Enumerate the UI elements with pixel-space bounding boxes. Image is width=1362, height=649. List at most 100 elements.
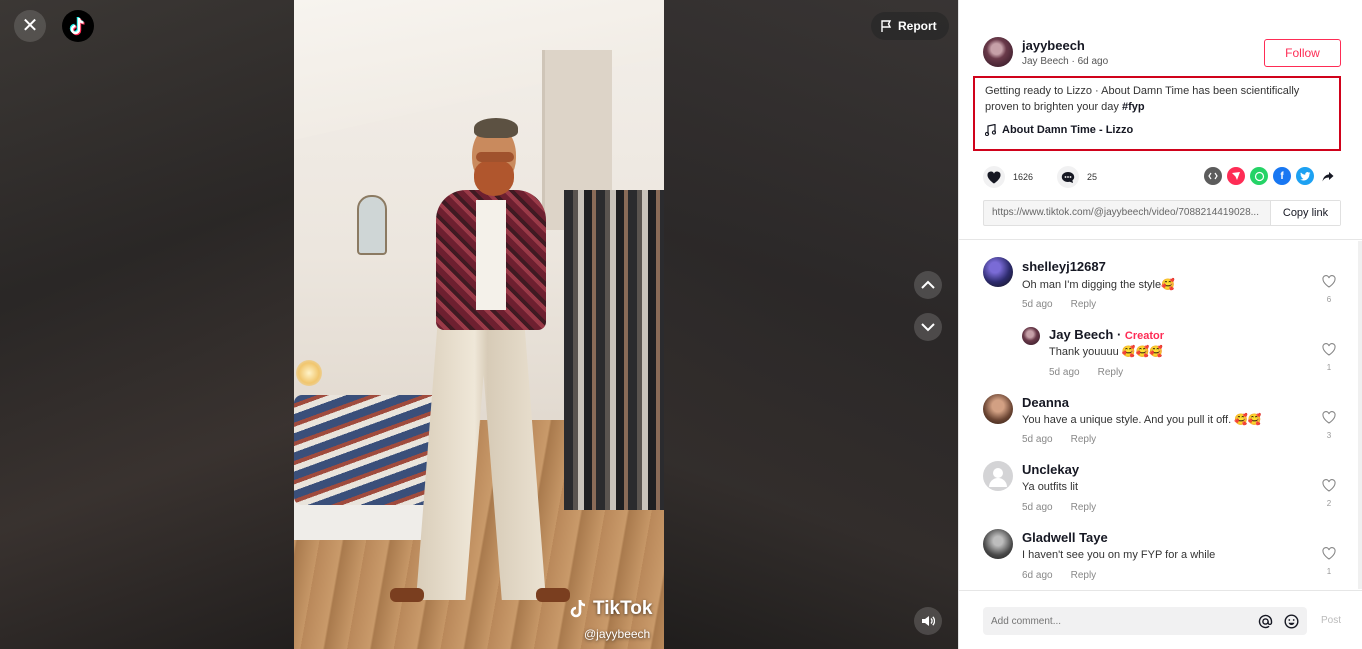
comment-like-button[interactable]: 3 [1319, 411, 1339, 440]
volume-button[interactable] [914, 607, 942, 635]
video-person-shirt [476, 200, 506, 310]
description-box: Getting ready to Lizzo · About Damn Time… [973, 76, 1341, 151]
reply-button[interactable]: Reply [1071, 502, 1097, 513]
previous-video-button[interactable] [914, 271, 942, 299]
video-scene-bed [294, 395, 444, 505]
like-stat[interactable]: 1626 [983, 166, 1033, 188]
comment-like-button[interactable]: 2 [1319, 479, 1339, 508]
comment-time: 6d ago [1022, 570, 1053, 581]
emoji-icon[interactable] [1281, 611, 1301, 631]
watermark-handle: @jayybeech [584, 627, 651, 641]
facebook-icon[interactable]: f [1273, 167, 1291, 185]
post-button[interactable]: Post [1321, 615, 1341, 626]
music-note-icon [985, 124, 996, 136]
speaker-icon [922, 616, 935, 626]
report-button[interactable]: Report [871, 12, 949, 40]
comment-stat[interactable]: 25 [1057, 166, 1097, 188]
avatar[interactable] [983, 37, 1013, 67]
chevron-down-icon [921, 323, 935, 332]
send-to-friends-icon[interactable] [1227, 167, 1245, 185]
heart-icon [983, 166, 1005, 188]
reply-button[interactable]: Reply [1071, 570, 1097, 581]
post-username[interactable]: jayybeech [1022, 38, 1085, 53]
default-avatar-icon [989, 468, 1007, 487]
post-display-name: Jay Beech [1022, 56, 1069, 67]
video-scene-clothes-rack [564, 190, 664, 510]
video-person-shoe-right [536, 588, 570, 602]
comment-text: Ya outfits lit [1022, 481, 1079, 493]
video-player[interactable]: TikTok @jayybeech [294, 0, 664, 649]
comment-time: 5d ago [1049, 367, 1080, 378]
comment-like-count: 1 [1326, 567, 1332, 576]
reply-button[interactable]: Reply [1071, 434, 1097, 445]
flag-icon [881, 20, 892, 32]
comment-meta: 5d ago Reply [1022, 502, 1096, 513]
share-arrow-icon[interactable] [1319, 167, 1337, 185]
avatar[interactable] [983, 529, 1013, 559]
comment-author[interactable]: Gladwell Taye [1022, 530, 1108, 545]
video-person-hat [474, 118, 518, 138]
reply-button[interactable]: Reply [1098, 367, 1124, 378]
video-stage: ✕ Report TikTok @jayybeech [0, 0, 958, 649]
comment-author[interactable]: Deanna [1022, 395, 1069, 410]
comment-text: Thank youuuu 🥰🥰🥰 [1049, 346, 1163, 358]
tiktok-logo[interactable] [62, 10, 94, 42]
music-title: About Damn Time - Lizzo [1002, 124, 1134, 136]
share-row: f [1204, 167, 1337, 185]
avatar[interactable] [1022, 327, 1040, 345]
like-count: 1626 [1013, 172, 1034, 182]
comment-scrollbar[interactable] [1358, 241, 1362, 589]
comment-author[interactable]: shelleyj12687 [1022, 259, 1106, 274]
avatar[interactable] [983, 461, 1013, 491]
post-header: jayybeech Jay Beech · 6d ago Follow Gett… [959, 0, 1362, 240]
video-person-shoe-left [390, 588, 424, 602]
comment-like-button[interactable]: 6 [1319, 275, 1339, 304]
comment-meta: 6d ago Reply [1022, 570, 1096, 581]
video-person-sunglasses [476, 152, 514, 162]
mention-icon[interactable] [1255, 611, 1275, 631]
creator-badge: Creator [1124, 330, 1165, 342]
whatsapp-icon[interactable] [1250, 167, 1268, 185]
copy-link-button[interactable]: Copy link [1270, 201, 1340, 225]
reply-author-name[interactable]: Jay Beech [1049, 327, 1113, 342]
post-subline: Jay Beech · 6d ago [1022, 56, 1109, 67]
comment-count: 25 [1087, 172, 1098, 182]
twitter-icon[interactable] [1296, 167, 1314, 185]
close-icon: ✕ [21, 15, 39, 37]
avatar[interactable] [983, 394, 1013, 424]
hashtag-link[interactable]: #fyp [1122, 101, 1145, 113]
blurred-backdrop-left [0, 0, 294, 649]
comment-author[interactable]: Unclekay [1022, 462, 1079, 477]
comment-like-button[interactable]: 1 [1319, 547, 1339, 576]
comment-like-count: 3 [1326, 431, 1332, 440]
comment-text: I haven't see you on my FYP for a while [1022, 549, 1216, 561]
share-link-text[interactable]: https://www.tiktok.com/@jayybeech/video/… [984, 201, 1270, 225]
comment-time: 5d ago [1022, 434, 1053, 445]
heart-outline-icon [1322, 547, 1336, 560]
comment-text: You have a unique style. And you pull it… [1022, 414, 1262, 426]
comment-like-count: 6 [1326, 295, 1332, 304]
comment-list[interactable]: shelleyj12687 Oh man I'm digging the sty… [959, 241, 1362, 589]
heart-outline-icon [1322, 479, 1336, 492]
tiktok-note-icon [570, 599, 586, 618]
comment-author: Jay Beech · Creator [1049, 327, 1165, 342]
avatar[interactable] [983, 257, 1013, 287]
comment-input[interactable] [983, 615, 1255, 627]
comment-like-button[interactable]: 1 [1319, 343, 1339, 372]
heart-outline-icon [1322, 411, 1336, 424]
embed-icon[interactable] [1204, 167, 1222, 185]
comment-input-wrapper [983, 607, 1307, 635]
music-link[interactable]: About Damn Time - Lizzo [985, 124, 1133, 136]
follow-button[interactable]: Follow [1264, 39, 1341, 67]
tiktok-logo-icon [69, 16, 85, 36]
reply-button[interactable]: Reply [1071, 299, 1097, 310]
comment-composer: Post [959, 590, 1362, 649]
close-button[interactable]: ✕ [14, 10, 46, 42]
comment-meta: 5d ago Reply [1022, 434, 1096, 445]
comment-like-count: 2 [1326, 499, 1332, 508]
share-link-row: https://www.tiktok.com/@jayybeech/video/… [983, 200, 1341, 226]
chevron-up-icon [921, 280, 935, 289]
watermark-brand-text: TikTok [593, 598, 653, 619]
report-label: Report [898, 19, 937, 33]
next-video-button[interactable] [914, 313, 942, 341]
